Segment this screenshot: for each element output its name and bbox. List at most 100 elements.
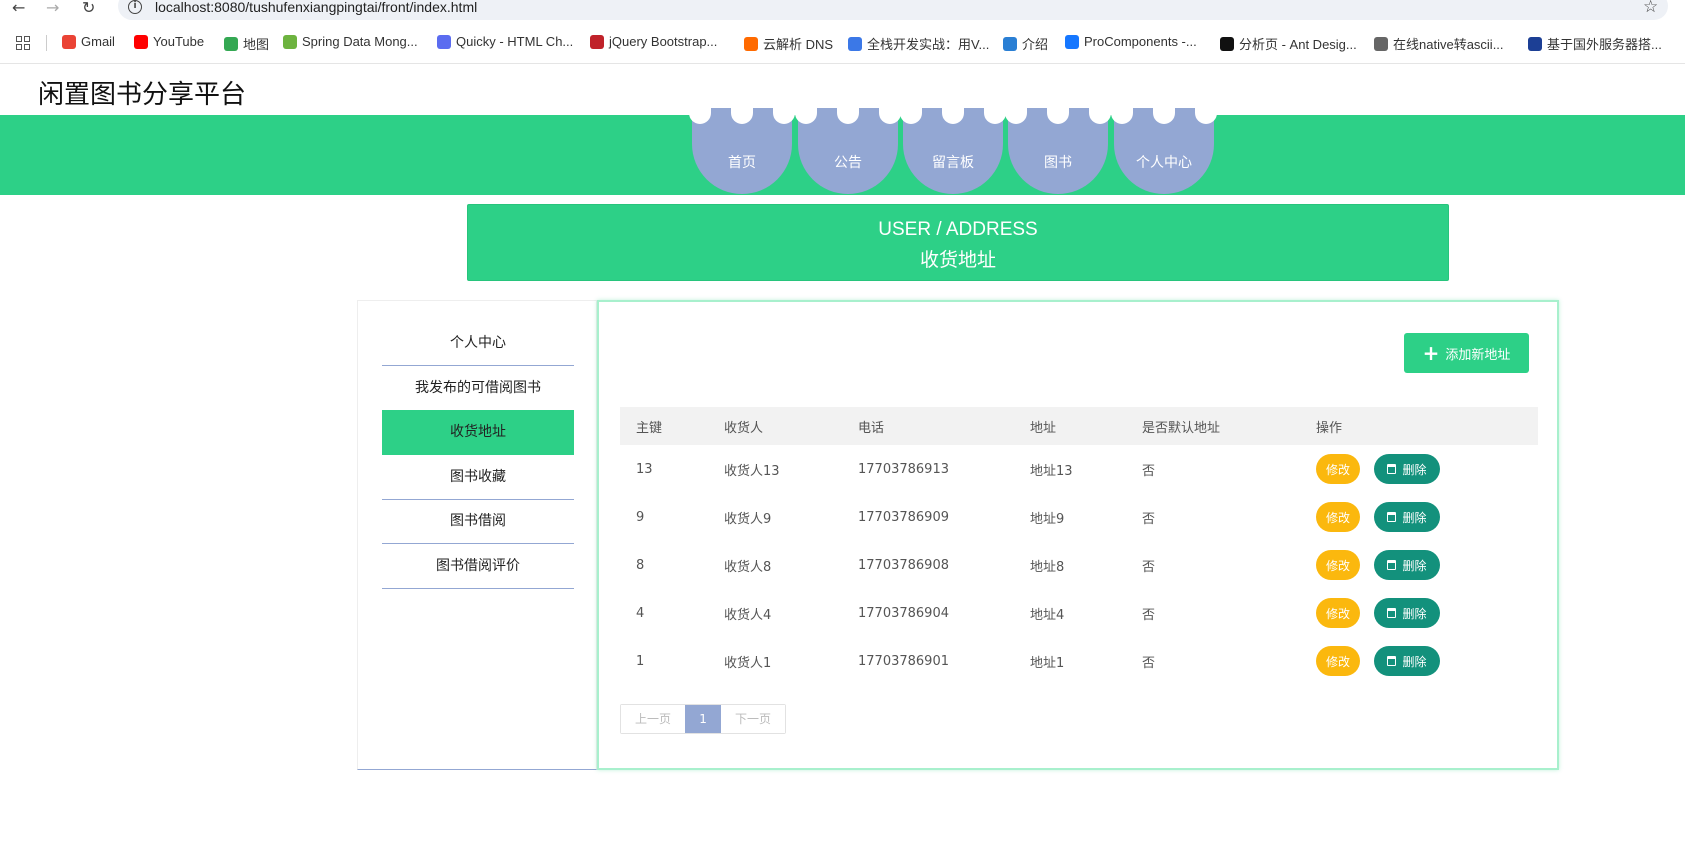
edit-button[interactable]: 修改 <box>1316 598 1360 628</box>
row-actions: 修改 删除 <box>1316 589 1440 637</box>
gmail-icon <box>62 34 76 49</box>
site-info-icon[interactable]: i <box>128 0 142 14</box>
trash-icon <box>1387 608 1397 618</box>
sidebar-item-4[interactable]: 图书借阅 <box>382 499 574 544</box>
nav-tab-label: 图书 <box>1044 155 1072 171</box>
bookmark-item[interactable]: Spring Data Mong... <box>283 34 418 49</box>
bookmark-item[interactable]: 在线native转ascii... <box>1374 34 1504 53</box>
bookmark-label: YouTube <box>153 34 205 49</box>
cell-is_default: 否 <box>1142 559 1156 575</box>
antd-icon <box>1065 34 1079 49</box>
delete-button[interactable]: 删除 <box>1374 454 1440 484</box>
tab-scallop <box>1111 108 1133 124</box>
column-header: 是否默认地址 <box>1142 420 1221 436</box>
delete-label: 删除 <box>1402 510 1427 525</box>
table-row: 9 收货人9 17703786909 地址9 否 修改 删除 <box>620 493 1538 541</box>
forward-arrow-icon[interactable]: → <box>46 0 59 17</box>
sidebar-item-1[interactable]: 我发布的可借阅图书 <box>382 366 574 411</box>
table-row: 1 收货人1 17703786901 地址1 否 修改 删除 <box>620 637 1538 685</box>
cell-address: 地址4 <box>1030 607 1065 623</box>
bookmark-label: Quicky - HTML Ch... <box>456 34 574 49</box>
cell-name: 收货人1 <box>724 655 772 671</box>
bookmark-star-icon[interactable]: ☆ <box>1643 0 1658 17</box>
bookmark-item[interactable]: 地图 <box>224 34 269 53</box>
bookmark-item[interactable]: 基于国外服务器搭... <box>1528 34 1662 53</box>
bookmark-item[interactable]: jQuery Bootstrap... <box>590 34 717 49</box>
cell-is_default: 否 <box>1142 655 1156 671</box>
reload-icon[interactable]: ↻ <box>82 0 95 17</box>
delete-label: 删除 <box>1402 654 1427 669</box>
edit-button[interactable]: 修改 <box>1316 502 1360 532</box>
header-divider <box>0 63 1685 64</box>
cell-name: 收货人9 <box>724 511 772 527</box>
bookmark-label: 基于国外服务器搭... <box>1547 37 1662 52</box>
edit-button[interactable]: 修改 <box>1316 454 1360 484</box>
page-number-current[interactable]: 1 <box>685 705 722 733</box>
cell-id: 8 <box>636 557 645 573</box>
banner-chinese-title: 收货地址 <box>919 249 996 271</box>
bookmark-label: Spring Data Mong... <box>302 34 418 49</box>
delete-button[interactable]: 删除 <box>1374 598 1440 628</box>
cell-id: 13 <box>636 461 653 477</box>
user-sidebar: 个人中心 我发布的可借阅图书 收货地址 图书收藏 图书借阅 图书借阅评价 <box>357 300 597 770</box>
cell-id: 4 <box>636 605 645 621</box>
table-row: 4 收货人4 17703786904 地址4 否 修改 删除 <box>620 589 1538 637</box>
bookmark-item[interactable]: 云解析 DNS <box>744 34 833 53</box>
site-title: 闲置图书分享平台 <box>38 80 247 110</box>
globe-icon <box>1374 36 1388 51</box>
add-address-button[interactable]: + 添加新地址 <box>1404 333 1529 373</box>
bookmark-item[interactable]: Gmail <box>62 34 115 49</box>
table-row: 13 收货人13 17703786913 地址13 否 修改 删除 <box>620 445 1538 493</box>
tab-scallop <box>900 108 922 124</box>
delete-button[interactable]: 删除 <box>1374 550 1440 580</box>
bookmark-item[interactable]: 全栈开发实战：用V... <box>848 34 989 53</box>
cell-phone: 17703786908 <box>858 557 949 573</box>
bookmark-item[interactable]: Quicky - HTML Ch... <box>437 34 573 49</box>
bookmark-item[interactable]: 介绍 <box>1003 34 1048 53</box>
row-actions: 修改 删除 <box>1316 637 1440 685</box>
bookmark-label: jQuery Bootstrap... <box>609 34 718 49</box>
bookmark-label: 在线native转ascii... <box>1393 37 1504 52</box>
bookmark-item[interactable]: ProComponents -... <box>1065 34 1197 49</box>
page-banner: USER / ADDRESS 收货地址 <box>467 204 1449 281</box>
aliyun-icon <box>744 36 758 51</box>
nav-tab-label: 个人中心 <box>1136 155 1192 171</box>
delete-label: 删除 <box>1402 558 1427 573</box>
column-header: 操作 <box>1316 420 1343 436</box>
cell-is_default: 否 <box>1142 607 1156 623</box>
cell-address: 地址1 <box>1030 655 1065 671</box>
tab-scallop <box>1047 108 1069 124</box>
edit-button[interactable]: 修改 <box>1316 646 1360 676</box>
url-text[interactable]: localhost:8080/tushufenxiangpingtai/fron… <box>155 0 477 15</box>
bookmarks-bar: Gmail YouTube 地图 Spring Data Mong... Quicky … <box>0 32 1685 56</box>
next-page-button[interactable]: 下一页 <box>721 705 786 733</box>
prev-page-button[interactable]: 上一页 <box>621 705 686 733</box>
trash-icon <box>1387 656 1397 666</box>
edit-button[interactable]: 修改 <box>1316 550 1360 580</box>
cell-address: 地址13 <box>1030 463 1073 479</box>
tab-scallop <box>773 108 795 124</box>
bookmark-item[interactable]: YouTube <box>134 34 204 49</box>
delete-button[interactable]: 删除 <box>1374 502 1440 532</box>
sidebar-item-2[interactable]: 收货地址 <box>382 410 574 455</box>
cell-name: 收货人13 <box>724 463 780 479</box>
tab-scallop <box>1005 108 1027 124</box>
bookmark-label: 分析页 - Ant Desig... <box>1239 37 1357 52</box>
delete-button[interactable]: 删除 <box>1374 646 1440 676</box>
sidebar-item-0[interactable]: 个人中心 <box>382 321 574 366</box>
sidebar-item-5[interactable]: 图书借阅评价 <box>382 544 574 589</box>
table-header: 主键 收货人 电话 地址 是否默认地址 操作 <box>620 407 1538 445</box>
tab-scallop <box>1153 108 1175 124</box>
back-arrow-icon[interactable]: ← <box>12 0 25 17</box>
bookmark-item[interactable]: 分析页 - Ant Desig... <box>1220 34 1357 53</box>
banner-english-title: USER / ADDRESS <box>878 219 1038 240</box>
trash-icon <box>1387 512 1397 522</box>
cell-address: 地址9 <box>1030 511 1065 527</box>
cell-phone: 17703786904 <box>858 605 949 621</box>
sidebar-item-3[interactable]: 图书收藏 <box>382 455 574 500</box>
column-header: 收货人 <box>724 420 764 436</box>
apps-grid-icon[interactable] <box>16 36 30 50</box>
bookmark-label: 云解析 DNS <box>763 37 834 52</box>
jquery-icon <box>590 34 604 49</box>
globe-icon <box>1003 36 1017 51</box>
